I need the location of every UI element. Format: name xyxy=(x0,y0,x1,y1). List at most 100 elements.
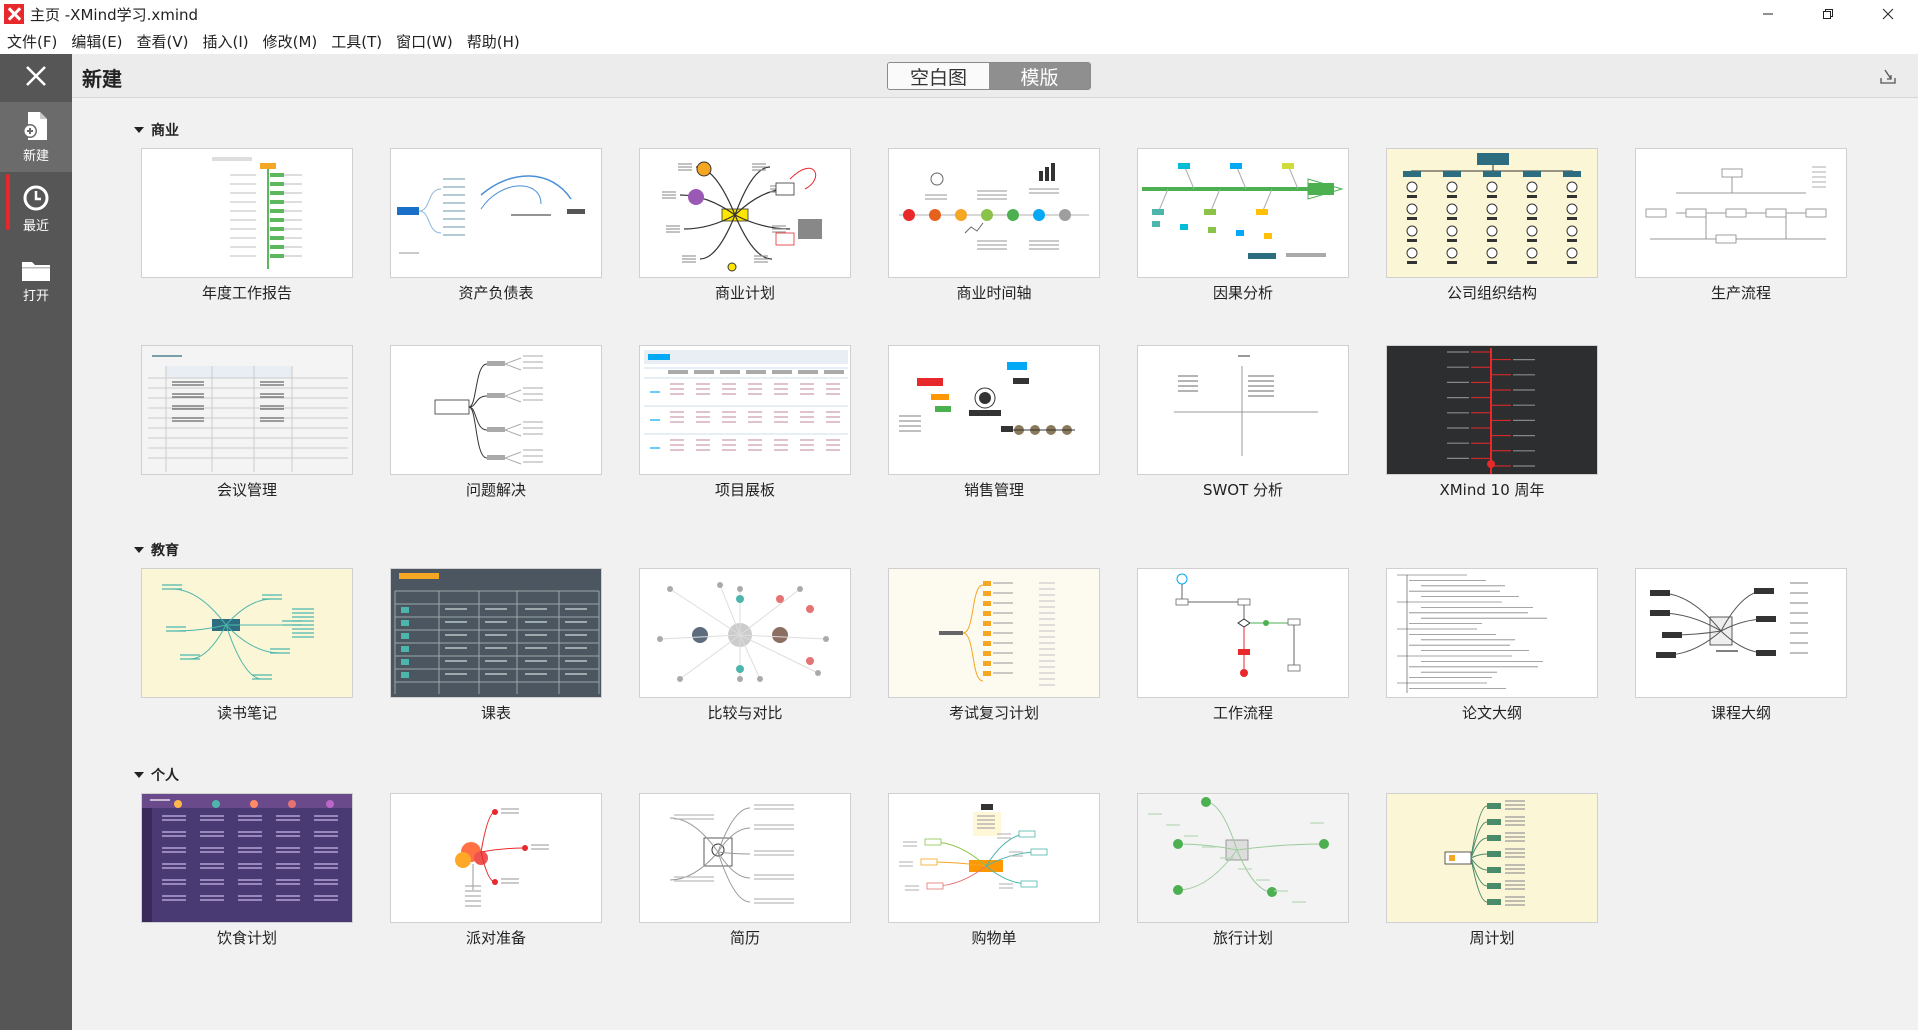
template-label: 旅行计划 xyxy=(1212,929,1273,947)
template-thumbnail[interactable] xyxy=(888,345,1100,475)
template-card[interactable]: 因果分析 xyxy=(1137,148,1349,308)
sidebar-item-open[interactable]: 打开 xyxy=(0,246,72,316)
template-thumbnail[interactable] xyxy=(639,345,851,475)
page-title: 新建 xyxy=(82,67,122,91)
template-card[interactable]: 周计划 xyxy=(1386,793,1598,953)
tab-templates[interactable]: 模版 xyxy=(989,63,1090,89)
template-thumbnail[interactable] xyxy=(390,568,602,698)
template-label: 公司组织结构 xyxy=(1446,284,1537,302)
template-label: 会议管理 xyxy=(216,481,277,499)
template-card[interactable]: 饮食计划 xyxy=(141,793,353,953)
template-card[interactable]: XMind 10 周年 xyxy=(1386,345,1598,505)
collapse-caret-icon[interactable] xyxy=(134,772,144,778)
sidebar-label-new: 新建 xyxy=(22,149,49,164)
template-card[interactable]: 项目展板 xyxy=(639,345,851,505)
template-label: 问题解决 xyxy=(465,481,526,499)
template-card[interactable]: 购物单 xyxy=(888,793,1100,953)
template-card[interactable]: 会议管理 xyxy=(141,345,353,505)
template-thumbnail[interactable] xyxy=(1635,148,1847,278)
template-label: 读书笔记 xyxy=(216,704,277,722)
template-thumbnail[interactable] xyxy=(1386,345,1598,475)
template-thumbnail[interactable] xyxy=(1137,568,1349,698)
sidebar: 新建 最近 打开 xyxy=(0,54,72,1030)
template-thumbnail[interactable] xyxy=(1386,148,1598,278)
section-header[interactable]: 商业 xyxy=(134,120,179,140)
template-card[interactable]: 课程大纲 xyxy=(1635,568,1847,728)
section-header[interactable]: 教育 xyxy=(134,540,179,560)
template-card[interactable]: 工作流程 xyxy=(1137,568,1349,728)
template-card[interactable]: 销售管理 xyxy=(888,345,1100,505)
template-label: 购物单 xyxy=(971,929,1017,947)
tab-blank-map[interactable]: 空白图 xyxy=(888,63,989,89)
menu-tools[interactable]: 工具(T) xyxy=(331,31,382,52)
template-thumbnail[interactable] xyxy=(1137,345,1349,475)
template-card[interactable]: 课表 xyxy=(390,568,602,728)
menu-modify[interactable]: 修改(M) xyxy=(263,31,318,52)
collapse-caret-icon[interactable] xyxy=(134,127,144,133)
template-card[interactable]: 商业计划 xyxy=(639,148,851,308)
template-card[interactable]: 年度工作报告 xyxy=(141,148,353,308)
template-card[interactable]: 旅行计划 xyxy=(1137,793,1349,953)
template-thumbnail[interactable] xyxy=(888,793,1100,923)
template-thumbnail[interactable] xyxy=(639,793,851,923)
sidebar-item-recent[interactable]: 最近 xyxy=(0,174,72,244)
template-card[interactable]: 读书笔记 xyxy=(141,568,353,728)
template-label: 课程大纲 xyxy=(1710,704,1771,722)
close-window-button[interactable] xyxy=(1858,0,1918,28)
sidebar-label-open: 打开 xyxy=(22,289,49,304)
template-card[interactable]: 考试复习计划 xyxy=(888,568,1100,728)
template-label: 考试复习计划 xyxy=(948,704,1039,722)
section-title: 商业 xyxy=(151,123,179,139)
template-card[interactable]: SWOT 分析 xyxy=(1137,345,1349,505)
template-label: 生产流程 xyxy=(1710,284,1771,302)
template-thumbnail[interactable] xyxy=(390,148,602,278)
template-card[interactable]: 比较与对比 xyxy=(639,568,851,728)
template-thumbnail[interactable] xyxy=(390,345,602,475)
template-card[interactable]: 资产负债表 xyxy=(390,148,602,308)
template-card[interactable]: 问题解决 xyxy=(390,345,602,505)
menu-view[interactable]: 查看(V) xyxy=(137,31,189,52)
template-thumbnail[interactable] xyxy=(141,793,353,923)
new-file-icon xyxy=(23,112,47,140)
template-label: 简历 xyxy=(729,929,760,947)
close-home-button[interactable] xyxy=(0,54,72,98)
template-thumbnail[interactable] xyxy=(1386,568,1598,698)
template-thumbnail[interactable] xyxy=(888,568,1100,698)
template-card[interactable]: 派对准备 xyxy=(390,793,602,953)
collapse-caret-icon[interactable] xyxy=(134,547,144,553)
close-icon xyxy=(26,66,46,86)
template-label: 商业时间轴 xyxy=(956,284,1032,302)
template-card[interactable]: 简历 xyxy=(639,793,851,953)
template-thumbnail[interactable] xyxy=(390,793,602,923)
template-thumbnail[interactable] xyxy=(141,568,353,698)
template-label: 课表 xyxy=(480,704,511,722)
template-thumbnail[interactable] xyxy=(141,345,353,475)
template-gallery: 商业年度工作报告 资产负债表 商业计划 商业时间轴 因果分析 公司组织结构 生产流程会议管理… xyxy=(72,98,1918,1030)
restore-button[interactable] xyxy=(1798,0,1858,28)
template-label: SWOT 分析 xyxy=(1202,481,1284,499)
template-thumbnail[interactable] xyxy=(1137,148,1349,278)
menu-edit[interactable]: 编辑(E) xyxy=(71,31,122,52)
template-thumbnail[interactable] xyxy=(888,148,1100,278)
template-label: 资产负债表 xyxy=(458,284,534,302)
minimize-button[interactable] xyxy=(1738,0,1798,28)
title-bar: 主页 -XMind学习.xmind xyxy=(0,0,1918,28)
sidebar-item-new[interactable]: 新建 xyxy=(0,102,72,172)
template-card[interactable]: 商业时间轴 xyxy=(888,148,1100,308)
menu-file[interactable]: 文件(F) xyxy=(7,31,57,52)
template-card[interactable]: 论文大纲 xyxy=(1386,568,1598,728)
template-thumbnail[interactable] xyxy=(639,148,851,278)
template-thumbnail[interactable] xyxy=(639,568,851,698)
section-header[interactable]: 个人 xyxy=(134,765,179,785)
template-card[interactable]: 生产流程 xyxy=(1635,148,1847,308)
template-label: 比较与对比 xyxy=(707,704,783,722)
import-button[interactable] xyxy=(1878,66,1898,86)
template-thumbnail[interactable] xyxy=(1386,793,1598,923)
template-thumbnail[interactable] xyxy=(1635,568,1847,698)
template-thumbnail[interactable] xyxy=(141,148,353,278)
menu-window[interactable]: 窗口(W) xyxy=(396,31,453,52)
template-thumbnail[interactable] xyxy=(1137,793,1349,923)
menu-insert[interactable]: 插入(I) xyxy=(203,31,249,52)
menu-help[interactable]: 帮助(H) xyxy=(467,31,520,52)
template-card[interactable]: 公司组织结构 xyxy=(1386,148,1598,308)
